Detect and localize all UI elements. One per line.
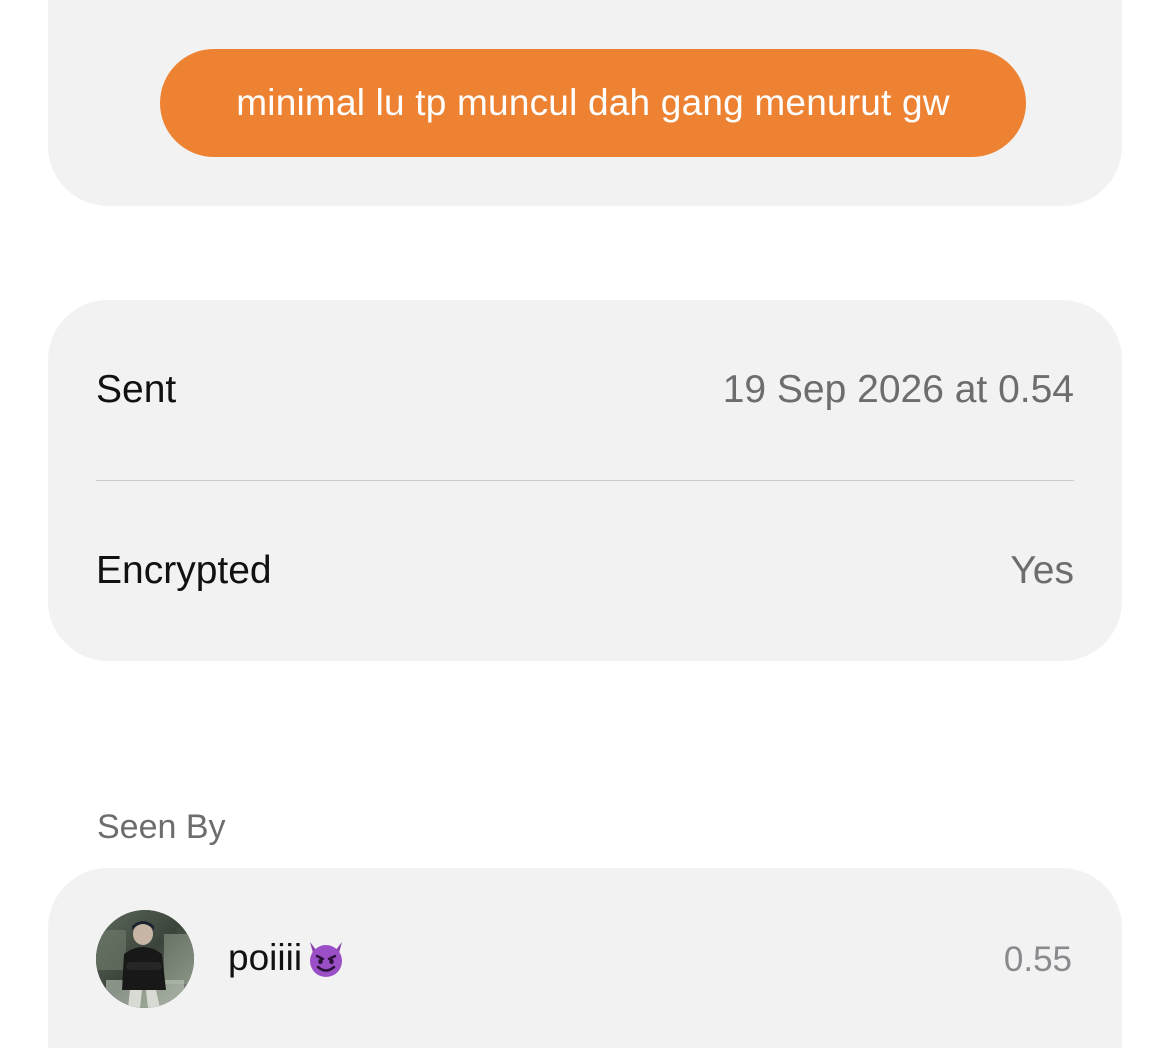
smiling-devil-icon <box>310 942 343 977</box>
message-info-card: Sent 19 Sep 2026 at 0.54 Encrypted Yes <box>48 300 1122 661</box>
viewer-name: poiiii <box>228 936 348 980</box>
viewer-name-text: poiiii <box>228 937 303 978</box>
sent-row: Sent 19 Sep 2026 at 0.54 <box>96 360 1074 420</box>
user-photo-avatar-icon <box>96 910 194 1008</box>
sent-label: Sent <box>96 368 177 411</box>
divider <box>96 480 1074 481</box>
avatar[interactable] <box>96 910 194 1008</box>
seen-by-card: poiiii 0.55 <box>48 868 1122 1048</box>
encrypted-row: Encrypted Yes <box>96 541 1074 601</box>
viewer-seen-time: 0.55 <box>1003 940 1072 979</box>
sent-value: 19 Sep 2026 at 0.54 <box>722 368 1074 411</box>
encrypted-value: Yes <box>1010 549 1074 592</box>
encrypted-label: Encrypted <box>96 549 272 592</box>
message-bubble[interactable]: minimal lu tp muncul dah gang menurut gw <box>160 49 1026 157</box>
message-info-screen: minimal lu tp muncul dah gang menurut gw… <box>0 0 1170 1048</box>
message-preview-card: minimal lu tp muncul dah gang menurut gw <box>48 0 1122 206</box>
seen-by-header: Seen By <box>97 808 226 846</box>
message-text: minimal lu tp muncul dah gang menurut gw <box>236 82 950 123</box>
